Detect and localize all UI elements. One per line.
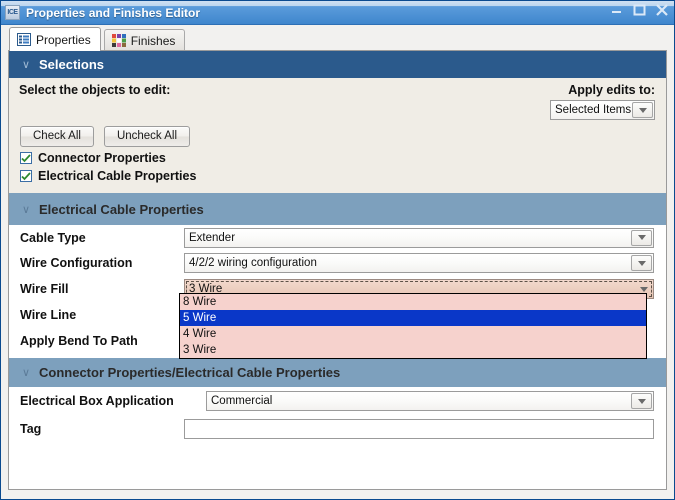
section-header-electrical-cable-properties-label: Electrical Cable Properties bbox=[39, 201, 204, 217]
wire-fill-option-0[interactable]: 8 Wire bbox=[180, 294, 646, 310]
row-apply-bend-to-path-label: Apply Bend To Path bbox=[20, 334, 138, 348]
tab-finishes[interactable]: Finishes bbox=[103, 29, 186, 51]
window-controls bbox=[611, 3, 668, 17]
chevron-down-icon[interactable] bbox=[631, 229, 652, 246]
tab-properties-label: Properties bbox=[36, 32, 91, 47]
tag-input-wrap bbox=[184, 419, 654, 439]
application-window: ICE Properties and Finishes Editor Prope… bbox=[0, 0, 675, 500]
row-tag-label: Tag bbox=[20, 422, 42, 436]
properties-panel: ∨ Selections Select the objects to edit:… bbox=[8, 50, 667, 490]
electrical-box-application-select[interactable]: Commercial bbox=[206, 391, 654, 411]
chevron-down-icon[interactable] bbox=[632, 102, 653, 118]
wire-configuration-select-wrap: 4/2/2 wiring configuration bbox=[184, 253, 654, 273]
chevron-down-icon[interactable] bbox=[631, 255, 652, 271]
check-all-button[interactable]: Check All bbox=[20, 126, 94, 147]
title-bar: ICE Properties and Finishes Editor bbox=[1, 1, 674, 25]
row-wire-line-label: Wire Line bbox=[20, 308, 77, 322]
tag-input[interactable] bbox=[184, 419, 654, 439]
chevron-down-icon[interactable]: ∨ bbox=[13, 366, 39, 379]
tab-properties[interactable]: Properties bbox=[9, 27, 101, 51]
apply-edits-select[interactable]: Selected Items bbox=[550, 100, 655, 120]
row-wire-configuration-label: Wire Configuration bbox=[20, 256, 133, 270]
check-buttons-row: Check All Uncheck All bbox=[9, 120, 666, 147]
apply-edits-label: Apply edits to: bbox=[568, 83, 655, 97]
row-electrical-box-application: Electrical Box Application Commercial bbox=[9, 387, 666, 415]
connector-properties-body: Electrical Box Application Commercial Ta… bbox=[9, 387, 666, 489]
tab-strip: Properties Finishes bbox=[1, 25, 674, 51]
tab-finishes-label: Finishes bbox=[130, 33, 176, 48]
wire-fill-option-1[interactable]: 5 Wire bbox=[180, 310, 646, 326]
chevron-down-icon[interactable] bbox=[631, 393, 652, 409]
row-electrical-box-application-label: Electrical Box Application bbox=[20, 394, 174, 408]
checkbox-box[interactable] bbox=[20, 170, 32, 182]
row-cable-type-label: Cable Type bbox=[20, 230, 86, 245]
section-header-connector-electrical-label: Connector Properties/Electrical Cable Pr… bbox=[39, 365, 341, 380]
window-title: Properties and Finishes Editor bbox=[26, 5, 201, 20]
row-cable-type: Cable Type Extender bbox=[9, 225, 666, 250]
color-grid-icon bbox=[111, 34, 126, 47]
minimize-icon[interactable] bbox=[611, 3, 624, 17]
maximize-icon[interactable] bbox=[633, 3, 646, 17]
apply-edits-group: Apply edits to: Selected Items bbox=[550, 83, 656, 120]
chevron-down-icon[interactable]: ∨ bbox=[13, 203, 39, 216]
selections-top-row: Select the objects to edit: Apply edits … bbox=[9, 78, 666, 120]
section-header-connector-electrical[interactable]: ∨ Connector Properties/Electrical Cable … bbox=[9, 358, 666, 387]
row-wire-configuration: Wire Configuration 4/2/2 wiring configur… bbox=[9, 250, 666, 276]
close-icon[interactable] bbox=[655, 3, 668, 17]
chevron-down-icon[interactable]: ∨ bbox=[13, 58, 39, 71]
row-tag: Tag bbox=[9, 415, 666, 443]
checkbox-electrical-cable-properties[interactable]: Electrical Cable Properties bbox=[9, 165, 666, 183]
section-header-electrical-cable-properties[interactable]: ∨ Electrical Cable Properties bbox=[9, 193, 666, 225]
cable-type-value: Extender bbox=[189, 231, 236, 244]
ice-app-icon: ICE bbox=[5, 5, 20, 20]
select-objects-label: Select the objects to edit: bbox=[19, 83, 171, 97]
wire-configuration-select[interactable]: 4/2/2 wiring configuration bbox=[184, 253, 654, 273]
checkbox-electrical-cable-properties-label: Electrical Cable Properties bbox=[38, 169, 197, 183]
electrical-box-application-value: Commercial bbox=[211, 395, 273, 407]
section-header-selections-label: Selections bbox=[39, 57, 105, 72]
wire-configuration-value: 4/2/2 wiring configuration bbox=[189, 257, 317, 269]
uncheck-all-button[interactable]: Uncheck All bbox=[103, 126, 191, 147]
electrical-box-application-select-wrap: Commercial bbox=[206, 391, 654, 411]
cable-type-select-wrap: Extender bbox=[184, 227, 654, 248]
checkbox-connector-properties[interactable]: Connector Properties bbox=[9, 147, 666, 165]
apply-edits-value: Selected Items bbox=[555, 104, 631, 116]
wire-fill-option-2[interactable]: 4 Wire bbox=[180, 326, 646, 342]
panel-scroll-area: ∨ Selections Select the objects to edit:… bbox=[9, 51, 666, 489]
section-header-selections[interactable]: ∨ Selections bbox=[9, 51, 666, 78]
selections-body: Select the objects to edit: Apply edits … bbox=[9, 78, 666, 193]
row-wire-fill-label: Wire Fill bbox=[20, 282, 69, 296]
checkbox-connector-properties-label: Connector Properties bbox=[38, 151, 166, 165]
checkbox-box[interactable] bbox=[20, 152, 32, 164]
wire-fill-option-3[interactable]: 3 Wire bbox=[180, 342, 646, 358]
list-icon bbox=[17, 33, 31, 46]
cable-type-select[interactable]: Extender bbox=[184, 227, 654, 248]
wire-fill-dropdown-list[interactable]: 8 Wire 5 Wire 4 Wire 3 Wire bbox=[179, 293, 647, 359]
